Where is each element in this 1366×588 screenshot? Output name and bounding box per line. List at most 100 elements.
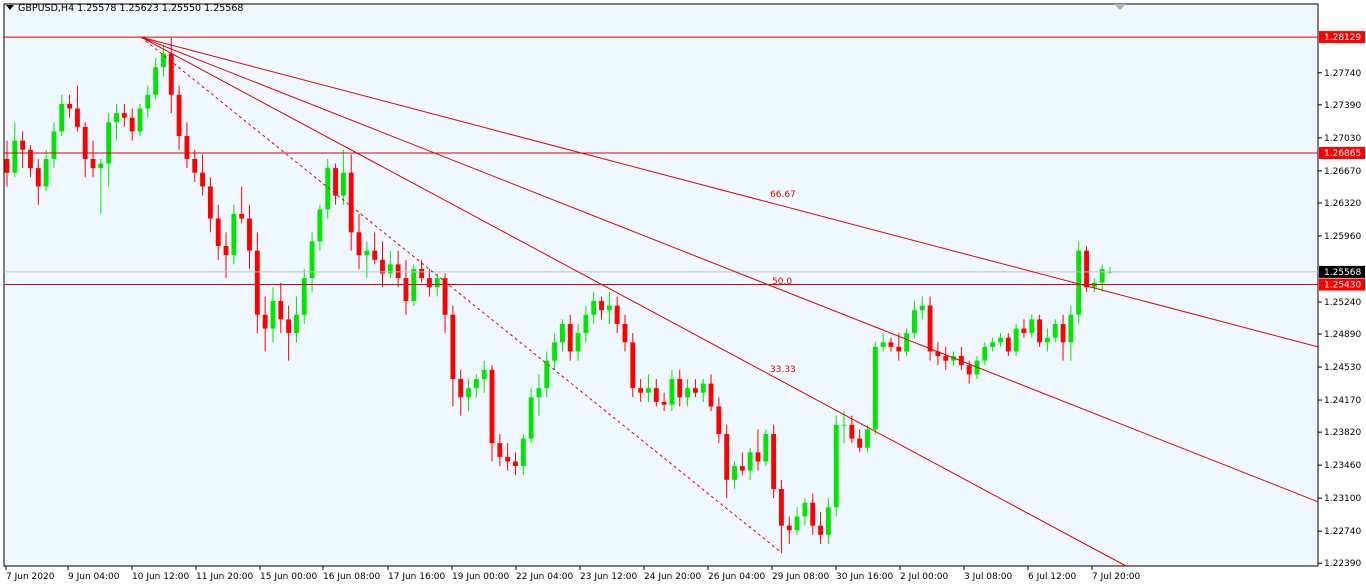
candle-body	[215, 218, 221, 247]
x-tick-label: 7 Jul 20:00	[1092, 572, 1141, 582]
candle-body	[904, 333, 910, 352]
candle-body	[20, 140, 26, 150]
candle-body	[4, 158, 10, 173]
candle-body	[67, 103, 73, 109]
candle-body	[614, 305, 620, 324]
candle-body	[137, 108, 143, 132]
candle-body	[294, 314, 299, 334]
chart-canvas[interactable]: 1.27740 1.27390 1.27030 1.26670 1.26320 1.259…	[0, 0, 1366, 588]
y-tick-label: 1.23460	[1324, 461, 1361, 471]
candle-body	[98, 163, 104, 169]
y-tick-label: 1.22390	[1324, 559, 1361, 569]
y-tick-label: 1.25240	[1324, 298, 1361, 308]
x-tick-label: 11 Jun 20:00	[196, 572, 253, 582]
candle-body	[638, 388, 644, 393]
candle-body	[333, 168, 338, 196]
x-tick-label: 7 Jun 2020	[6, 572, 55, 582]
high-value: 1.25623	[119, 3, 159, 14]
candle-body	[372, 250, 378, 260]
candle-body	[622, 323, 628, 343]
candle-body	[943, 356, 949, 361]
candle-body	[82, 126, 88, 159]
chart-header: GBPUSD,H4 1.25578 1.25623 1.25550 1.2556…	[6, 3, 243, 14]
candle-body	[771, 433, 777, 489]
candle-body	[653, 388, 659, 402]
candle-body	[1068, 314, 1074, 343]
y-tick-label: 1.23100	[1324, 494, 1361, 504]
candle-body	[966, 365, 972, 375]
candle-body	[286, 319, 292, 334]
candle-body	[810, 502, 816, 526]
candle-body	[458, 378, 464, 398]
x-tick-label: 22 Jun 04:00	[516, 572, 573, 582]
candle-body	[927, 305, 933, 352]
candle-body	[1037, 319, 1043, 343]
candle-body	[685, 388, 690, 398]
candle-body	[998, 337, 1003, 343]
candle-body	[356, 232, 362, 256]
x-tick-label: 17 Jun 16:00	[388, 572, 445, 582]
candle-body	[364, 250, 370, 256]
candle-body	[403, 278, 409, 302]
candle-body	[802, 502, 808, 517]
candle-body	[309, 241, 315, 279]
candle-body	[466, 388, 471, 398]
x-tick-label: 29 Jun 08:00	[772, 572, 829, 582]
candle-body	[184, 136, 190, 159]
candle-body	[739, 466, 745, 471]
candle-body	[591, 301, 597, 315]
candle-body	[755, 452, 761, 462]
candle-body	[1044, 337, 1050, 343]
candle-body	[716, 406, 722, 434]
candle-body	[239, 213, 245, 219]
candle-body	[74, 108, 80, 127]
candle-body	[575, 333, 581, 352]
candle-body	[552, 342, 558, 361]
candle-body	[1021, 328, 1027, 334]
x-tick-label: 26 Jun 04:00	[708, 572, 765, 582]
candle-body	[919, 305, 925, 311]
candle-body	[700, 383, 706, 393]
y-tick-label: 1.26670	[1324, 167, 1361, 177]
candle-body	[43, 158, 49, 187]
candle-body	[732, 466, 737, 480]
candle-body	[481, 369, 487, 379]
chart-window[interactable]: 1.27740 1.27390 1.27030 1.26670 1.26320 1.259…	[0, 0, 1366, 588]
candle-body	[35, 168, 41, 187]
candle-body	[849, 424, 855, 439]
candle-body	[1013, 328, 1019, 352]
candle-body	[1005, 337, 1011, 352]
x-tick-label: 16 Jun 08:00	[323, 572, 380, 582]
low-value: 1.25550	[161, 3, 202, 14]
fan-level-label: 50.0	[772, 277, 792, 287]
candle-body	[1076, 250, 1082, 315]
candle-body	[896, 346, 902, 352]
candle-body	[254, 250, 260, 315]
y-tick-label: 1.27390	[1324, 101, 1361, 111]
candle-body	[301, 278, 307, 315]
candle-body	[630, 342, 636, 389]
candle-body	[450, 314, 456, 379]
candle-body	[207, 186, 213, 219]
y-tick-label: 1.24530	[1324, 363, 1361, 373]
candle-body	[270, 301, 276, 329]
candle-body	[12, 140, 18, 173]
candle-body	[145, 94, 151, 109]
candle-body	[1052, 323, 1058, 338]
candle-body	[348, 172, 354, 233]
candle-body	[841, 424, 847, 426]
dropdown-triangle-icon[interactable]	[6, 5, 14, 10]
candle-body	[51, 131, 57, 159]
candle-body	[1029, 319, 1035, 334]
candle-body	[153, 67, 159, 95]
candle-body	[528, 397, 534, 439]
candle-body	[786, 525, 792, 531]
candle-body	[231, 213, 237, 256]
y-tick-label: 1.24890	[1324, 330, 1361, 340]
candle-body	[59, 103, 65, 132]
fan-level-label: 66.67	[770, 190, 796, 200]
candle-body	[106, 122, 112, 164]
candle-body	[646, 388, 651, 393]
candle-body	[825, 507, 831, 535]
candle-body	[505, 456, 511, 462]
